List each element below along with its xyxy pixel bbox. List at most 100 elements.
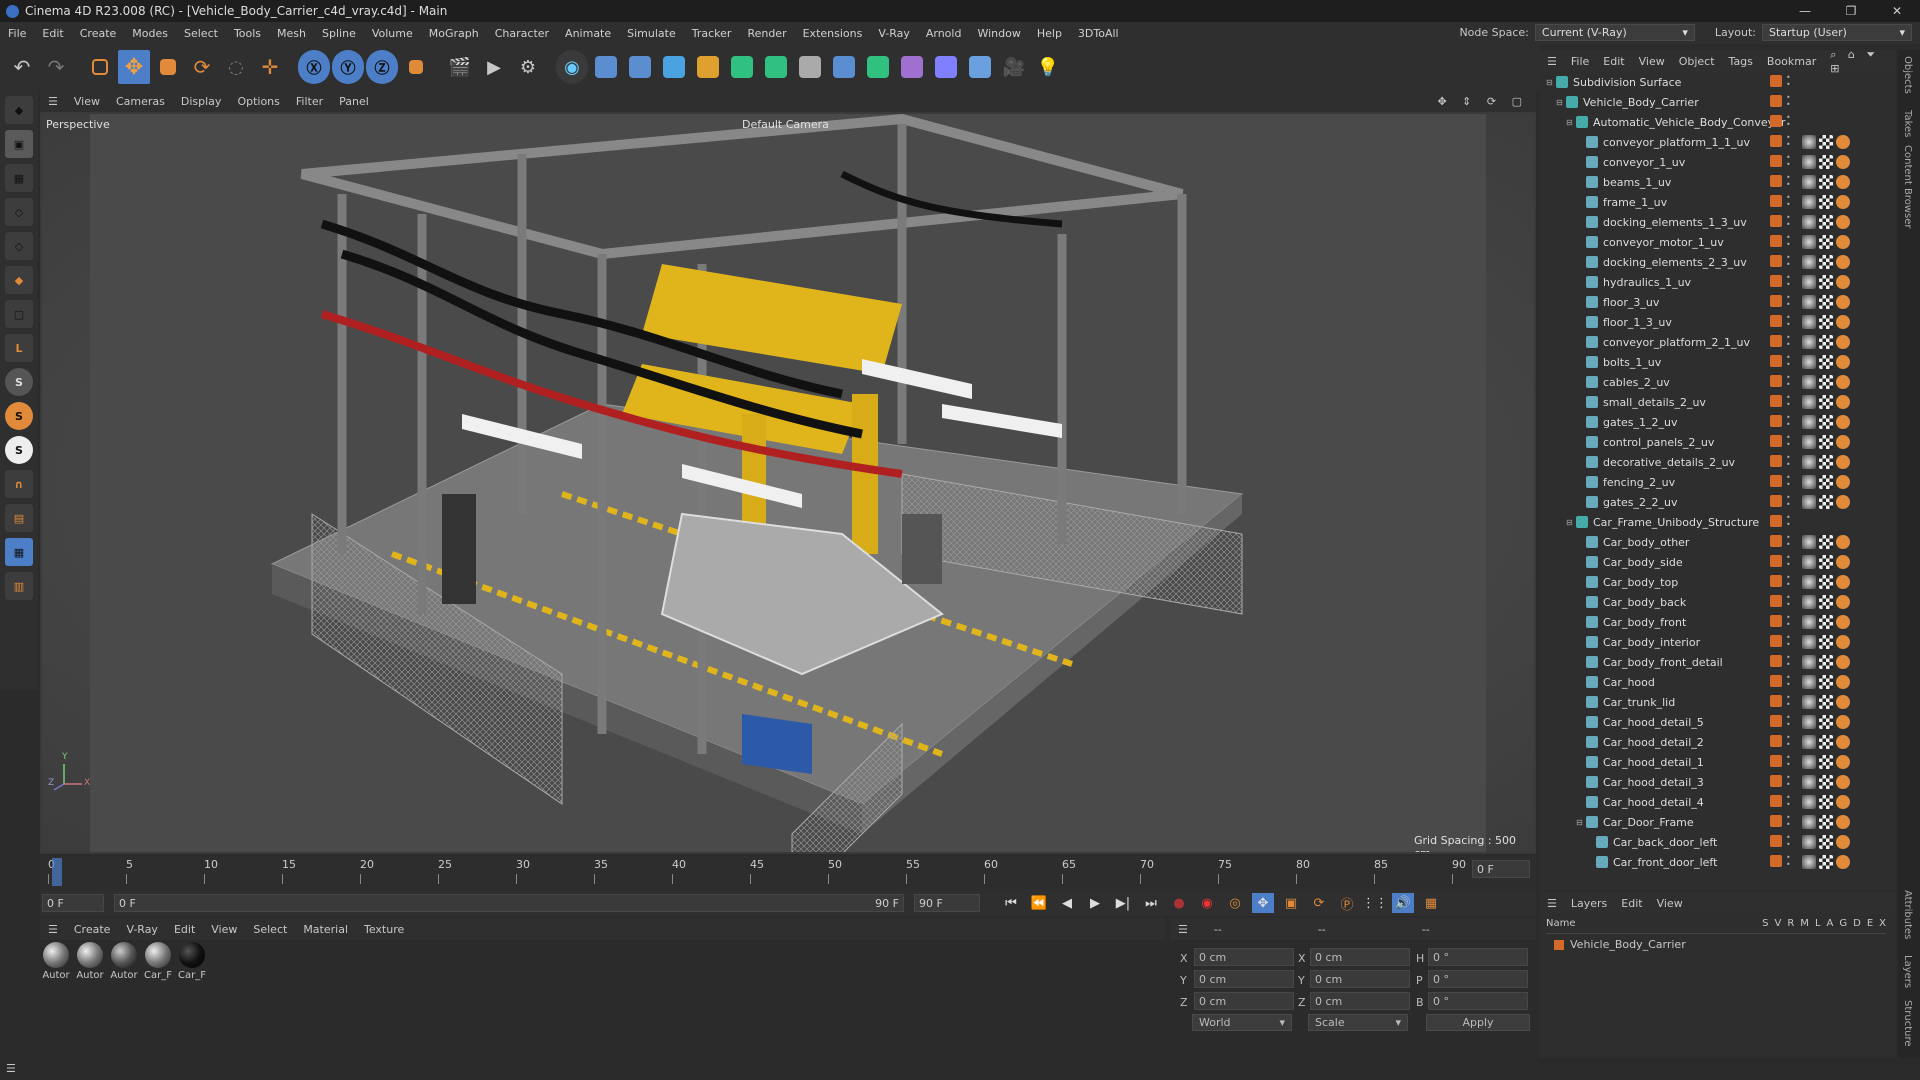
material-swatch[interactable]: Car_F bbox=[177, 942, 207, 981]
viewport-menu-view[interactable]: View bbox=[66, 95, 108, 108]
size-mode-dropdown[interactable]: Scale ▾ bbox=[1308, 1014, 1408, 1031]
material-tag-icon[interactable] bbox=[1802, 675, 1816, 689]
expand-toggle-icon[interactable]: ⊟ bbox=[1556, 98, 1566, 107]
visibility-dots-icon[interactable]: • • bbox=[1786, 634, 1791, 649]
material-tags[interactable] bbox=[1802, 315, 1850, 329]
material-menu-material[interactable]: Material bbox=[295, 923, 356, 936]
tab-attributes[interactable]: Attributes bbox=[1902, 890, 1913, 939]
object-row[interactable]: small_details_2_uv • • bbox=[1540, 392, 1880, 412]
camera-button[interactable]: 🎥 bbox=[998, 50, 1030, 84]
uv-tag-icon[interactable] bbox=[1819, 815, 1833, 829]
visibility-dots-icon[interactable]: • • bbox=[1786, 74, 1791, 89]
texture-mode-button[interactable]: ▦ bbox=[5, 164, 33, 192]
record-button[interactable]: ● bbox=[1168, 893, 1190, 913]
visibility-dots-icon[interactable]: • • bbox=[1786, 794, 1791, 809]
material-menu-texture[interactable]: Texture bbox=[356, 923, 412, 936]
uv-tag-icon[interactable] bbox=[1819, 555, 1833, 569]
points-mode-button[interactable]: ◇ bbox=[5, 198, 33, 226]
object-menu-edit[interactable]: Edit bbox=[1596, 55, 1631, 68]
layer-color-icon[interactable] bbox=[1770, 775, 1782, 787]
material-tag-icon[interactable] bbox=[1802, 755, 1816, 769]
phong-tag-icon[interactable] bbox=[1836, 495, 1850, 509]
layer-color-icon[interactable] bbox=[1770, 275, 1782, 287]
layer-menu-view[interactable]: View bbox=[1650, 897, 1690, 910]
phong-tag-icon[interactable] bbox=[1836, 335, 1850, 349]
object-row[interactable]: conveyor_platform_1_1_uv • • bbox=[1540, 132, 1880, 152]
viewport-menu-options[interactable]: Options bbox=[229, 95, 287, 108]
polygons-mode-button[interactable]: ◆ bbox=[5, 266, 33, 294]
rot-b-field[interactable]: 0 ° bbox=[1428, 992, 1528, 1010]
uv-tag-icon[interactable] bbox=[1819, 755, 1833, 769]
layer-color-icon[interactable] bbox=[1770, 835, 1782, 847]
viewport[interactable]: ☰ View Cameras Display Options Filter Pa… bbox=[40, 90, 1536, 854]
visibility-dots-icon[interactable]: • • bbox=[1786, 154, 1791, 169]
layer-color-icon[interactable] bbox=[1770, 315, 1782, 327]
phong-tag-icon[interactable] bbox=[1836, 295, 1850, 309]
layer-color-icon[interactable] bbox=[1770, 115, 1782, 127]
material-tags[interactable] bbox=[1802, 735, 1850, 749]
uv-tag-icon[interactable] bbox=[1819, 575, 1833, 589]
edges-mode-button[interactable]: ◇ bbox=[5, 232, 33, 260]
viewport-menu-cameras[interactable]: Cameras bbox=[108, 95, 173, 108]
workplane-button[interactable]: ▤ bbox=[5, 504, 33, 532]
expand-toggle-icon[interactable]: ⊟ bbox=[1566, 518, 1576, 527]
material-tag-icon[interactable] bbox=[1802, 295, 1816, 309]
pos-z-field[interactable]: 0 cm bbox=[1194, 992, 1294, 1010]
viewport-menu-panel[interactable]: Panel bbox=[331, 95, 377, 108]
material-tag-icon[interactable] bbox=[1802, 735, 1816, 749]
visibility-dots-icon[interactable]: • • bbox=[1786, 254, 1791, 269]
visibility-dots-icon[interactable]: • • bbox=[1786, 714, 1791, 729]
material-tags[interactable] bbox=[1802, 775, 1850, 789]
phong-tag-icon[interactable] bbox=[1836, 795, 1850, 809]
menu-mesh[interactable]: Mesh bbox=[269, 27, 314, 40]
layer-color-icon[interactable] bbox=[1770, 335, 1782, 347]
material-tags[interactable] bbox=[1802, 655, 1850, 669]
object-row[interactable]: Car_hood_detail_1 • • bbox=[1540, 752, 1880, 772]
layer-color-icon[interactable] bbox=[1770, 615, 1782, 627]
material-tag-icon[interactable] bbox=[1802, 555, 1816, 569]
object-row[interactable]: decorative_details_2_uv • • bbox=[1540, 452, 1880, 472]
phong-tag-icon[interactable] bbox=[1836, 195, 1850, 209]
go-to-start-button[interactable]: ⏮ bbox=[1000, 893, 1022, 913]
key-rotation-button[interactable]: ⟳ bbox=[1308, 893, 1330, 913]
layer-color-icon[interactable] bbox=[1770, 295, 1782, 307]
layer-color-icon[interactable] bbox=[1770, 175, 1782, 187]
uv-mode-button[interactable]: ▢ bbox=[5, 300, 33, 328]
material-tags[interactable] bbox=[1802, 175, 1850, 189]
uv-tag-icon[interactable] bbox=[1819, 855, 1833, 869]
menu-render[interactable]: Render bbox=[739, 27, 794, 40]
viewport-hamburger-icon[interactable]: ☰ bbox=[40, 95, 66, 108]
object-row[interactable]: Car_back_door_left • • bbox=[1540, 832, 1880, 852]
material-tag-icon[interactable] bbox=[1802, 315, 1816, 329]
menu-help[interactable]: Help bbox=[1029, 27, 1070, 40]
uv-tag-icon[interactable] bbox=[1819, 535, 1833, 549]
layer-color-icon[interactable] bbox=[1770, 755, 1782, 767]
object-row[interactable]: fencing_2_uv • • bbox=[1540, 472, 1880, 492]
sky-button[interactable] bbox=[930, 50, 962, 84]
redo-button[interactable]: ↷ bbox=[40, 50, 72, 84]
visibility-dots-icon[interactable]: • • bbox=[1786, 274, 1791, 289]
visibility-dots-icon[interactable]: • • bbox=[1786, 214, 1791, 229]
visibility-dots-icon[interactable]: • • bbox=[1786, 534, 1791, 549]
material-tags[interactable] bbox=[1802, 235, 1850, 249]
locked-workplane-button[interactable]: ▥ bbox=[5, 572, 33, 600]
snap-settings-button[interactable]: S bbox=[5, 402, 33, 430]
visibility-dots-icon[interactable]: • • bbox=[1786, 514, 1791, 529]
material-tag-icon[interactable] bbox=[1802, 475, 1816, 489]
uv-tag-icon[interactable] bbox=[1819, 715, 1833, 729]
visibility-dots-icon[interactable]: • • bbox=[1786, 114, 1791, 129]
live-selection-button[interactable] bbox=[84, 50, 116, 84]
layer-color-icon[interactable] bbox=[1770, 855, 1782, 867]
material-tags[interactable] bbox=[1802, 135, 1850, 149]
visibility-dots-icon[interactable]: • • bbox=[1786, 334, 1791, 349]
layer-menu-edit[interactable]: Edit bbox=[1614, 897, 1649, 910]
material-tags[interactable] bbox=[1802, 335, 1850, 349]
object-row[interactable]: control_panels_2_uv • • bbox=[1540, 432, 1880, 452]
close-button[interactable]: ✕ bbox=[1874, 0, 1920, 22]
phong-tag-icon[interactable] bbox=[1836, 635, 1850, 649]
material-tags[interactable] bbox=[1802, 375, 1850, 389]
phong-tag-icon[interactable] bbox=[1836, 675, 1850, 689]
layer-color-icon[interactable] bbox=[1770, 355, 1782, 367]
uv-tag-icon[interactable] bbox=[1819, 455, 1833, 469]
material-tags[interactable] bbox=[1802, 675, 1850, 689]
